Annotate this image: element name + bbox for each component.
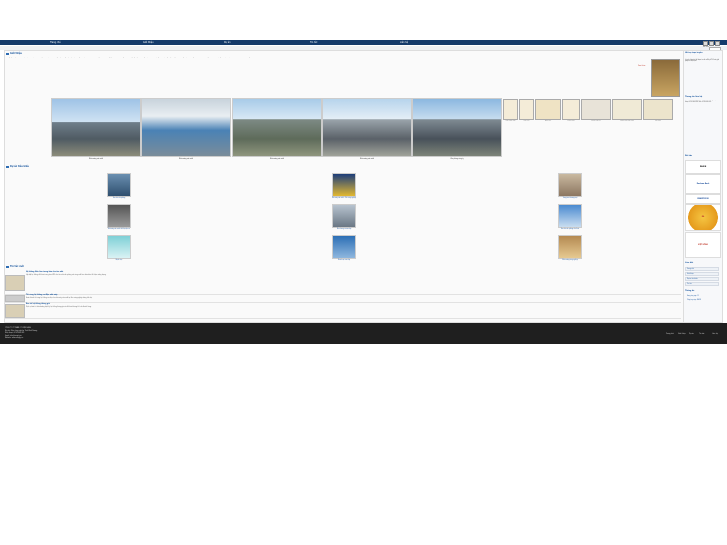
project-item-2[interactable]: Nhà máy sản xuất - Khu công nghiệp [332,173,356,199]
news-item[interactable]: Hệ thống điều hòa trung tâm cho tòa nhà … [4,271,681,295]
news-title: Tin tức mới [6,265,24,268]
certificate-6[interactable]: Chứng nhận chất lượng [612,99,642,122]
partner-logo-daikin[interactable]: DAIKIN [685,160,721,174]
project-item-8[interactable]: Khách sạn cao cấp [332,235,356,261]
footer: CÔNG TY CỔ PHẦN CƠ ĐIỆN LẠNH Địa chỉ: Kh… [0,323,727,344]
footer-company: CÔNG TY CỔ PHẦN CƠ ĐIỆN LẠNH [5,328,31,329]
photo-factory-3[interactable]: Nhà xưởng sản xuất [232,98,322,160]
photo-factory-1[interactable]: Nhà xưởng sản xuất [51,98,141,160]
stats-title: Thống kê [685,290,695,292]
sidebar-link-about[interactable]: Giới thiệu [685,272,719,276]
nav-home[interactable]: Trang chủ [50,41,61,44]
photo-factory-2[interactable]: Nhà xưởng sản xuất [141,98,231,160]
partner-logo-da[interactable]: ĐA [685,204,721,231]
news-item[interactable]: Thi công hệ thống cơ điện nhà máy Hoàn t… [4,294,681,303]
intro-title: Giới thiệu [6,52,22,55]
certificate-4[interactable]: Chứng nhận [562,99,580,122]
project-item-1[interactable]: Tòa nhà văn phòng [107,173,131,199]
partner-logo-dunham-bush[interactable]: Dunham-Bush [685,174,721,194]
nav-projects[interactable]: Dự án [224,41,231,44]
project-item-3[interactable]: Trung tâm thương mại [558,173,582,199]
news-thumbnail [5,275,25,291]
news-thumbnail [5,304,25,318]
trophy-image [651,59,680,97]
nav-contact[interactable]: Liên hệ [400,41,408,44]
project-item-6[interactable]: Tòa nhà văn phòng cho thuê [558,204,582,230]
project-item-9[interactable]: Nhà xưởng công nghiệp [558,235,582,261]
certificate-5[interactable]: Chứng nhận ISO [581,99,611,122]
project-item-7[interactable]: Bệnh viện [107,235,131,261]
sidebar-link-news[interactable]: Tin tức [685,282,719,286]
contact-text: Địa chỉ: Khu công nghiệp, Tỉnh Bình Dươn… [685,100,717,103]
footer-link-about[interactable]: Giới thiệu [678,334,686,335]
read-more-link[interactable]: Xem thêm [638,66,645,67]
projects-title: Dự án tiêu biểu [6,165,29,168]
partner-logo-smartdoor[interactable]: SMARTDOOR [685,194,721,204]
footer-link-news[interactable]: Tin tức [699,334,704,335]
footer-link-home[interactable]: Trang chủ [666,334,674,335]
certificate-3[interactable]: Bằng khen [535,99,561,122]
intro-paragraph: Công ty Cổ phần Cơ Điện Lạnh được thành … [6,57,251,58]
photo-caption: Nhà xưởng sản xuất [89,159,103,160]
photo-caption: Nhà xưởng sản xuất [360,159,374,160]
section-icon [6,52,9,55]
contact-title: Thông tin liên hệ [685,96,703,98]
sidebar-link-home[interactable]: Trang chủ [685,267,719,271]
project-item-5[interactable]: Khu chung cư cao cấp [332,204,356,230]
certificate-7[interactable]: Giấy phép [643,99,673,122]
nav-about[interactable]: Giới thiệu [143,41,154,44]
footer-link-contact[interactable]: Liên hệ [712,334,718,335]
footer-address: Địa chỉ: Khu công nghiệp, Tỉnh Bình Dươn… [5,330,38,332]
section-icon [6,265,9,268]
photo-caption: Văn phòng công ty [450,159,464,160]
certificate-2[interactable]: Giấy khen [519,99,534,122]
footer-phone: Điện thoại: 0274 000 000 [5,333,25,334]
project-item-4[interactable]: Nhà máy sản xuất thiết bị điện tử [107,204,131,230]
news-thumbnail [5,295,25,302]
support-text: Hotline: 0909 000 000. Email: info@congt… [685,58,719,63]
partner-logo-viet-hong[interactable]: VIỆT HỒNG [685,232,721,258]
stats-online: Đang truy cập: 12 [687,296,699,297]
footer-link-projects[interactable]: Dự án [689,334,694,335]
footer-website: Website: www.congty.vn [5,338,24,339]
nav-news[interactable]: Tin tức [310,41,317,44]
partners-title: Đối tác [685,155,693,157]
main-navbar: Trang chủ Giới thiệu Dự án Tin tức Liên … [0,40,727,46]
certificate-1[interactable]: Giấy chứng nhận [503,99,518,122]
photo-caption: Nhà xưởng sản xuất [270,159,284,160]
sidebar-link-projects[interactable]: Dự án tiêu biểu [685,277,719,281]
links-title: Liên kết [685,262,694,264]
section-icon [6,165,9,168]
photo-factory-4[interactable]: Nhà xưởng sản xuất [322,98,412,160]
photo-caption: Nhà xưởng sản xuất [179,159,193,160]
support-title: Hỗ trợ trực tuyến [685,52,703,54]
stats-total: Tổng truy cập: 45678 [687,300,701,301]
photo-office[interactable]: Văn phòng công ty [412,98,502,160]
footer-email: Email: info@congty.vn [5,335,22,337]
news-item[interactable]: Bảo trì hệ thống thông gió Dịch vụ bảo t… [4,303,681,319]
